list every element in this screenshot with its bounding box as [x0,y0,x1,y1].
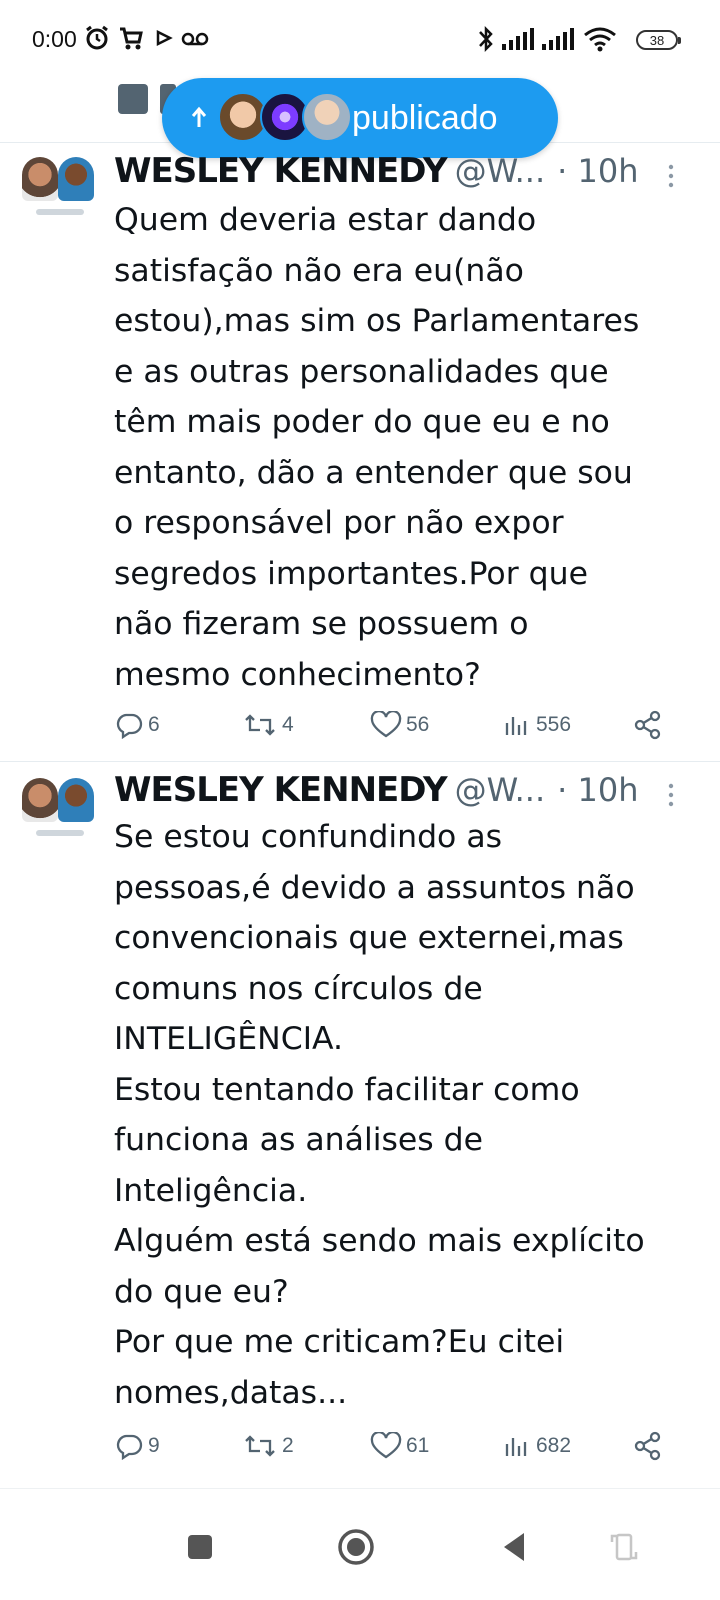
tweet-text-line: funciona as análises de [114,1122,484,1158]
tweet-time[interactable]: · 10h [557,152,638,190]
reply-button[interactable]: 6 [114,707,160,743]
play-icon [154,24,174,56]
reply-button[interactable]: 9 [114,1428,160,1464]
square-icon [188,1535,212,1559]
tweet-text-line: entanto, dão a entender que sou [114,454,633,491]
heart-icon [370,711,402,738]
tweet-text-line: segredos importantes.Por que [114,555,588,592]
status-bar: 0:00 38 [0,0,720,80]
tweet-text-line: têm mais poder do que eu e no [114,404,610,440]
views-chart-icon [505,1438,527,1456]
tweet-time[interactable]: · 10h [557,771,638,809]
more-options-icon[interactable] [664,782,678,808]
published-avatars [218,92,352,144]
reply-icon [116,713,143,739]
wifi-icon [582,24,618,58]
signal-icon [500,24,538,58]
tweet-text-line: INTELIGÊNCIA. [114,1021,344,1057]
cart-icon [118,24,144,56]
tweet-text-line: convencionais que externei,mas [114,920,624,956]
rotate-button[interactable] [602,1525,646,1569]
avatar-photo-right [58,778,94,822]
share-button[interactable] [632,707,668,743]
avatar[interactable] [22,778,94,842]
retweet-count: 2 [282,1434,294,1457]
back-button[interactable] [492,1525,536,1569]
tweet[interactable]: WESLEY KENNEDY @W... · 10h Quem deveria … [0,143,720,761]
retweet-button[interactable]: 2 [242,1428,294,1464]
tweet-text-line: estou),mas sim os Parlamentares [114,303,640,339]
share-button[interactable] [632,1428,668,1464]
back-triangle-icon [504,1533,524,1561]
views-button[interactable]: 682 [502,1428,571,1464]
tweet-text-line: Alguém está sendo mais explícito [114,1223,645,1259]
reply-icon [116,1434,143,1460]
author-handle[interactable]: @W... [455,771,545,809]
avatar-photo-left [22,157,58,201]
tweet-text-line: não fizeram se possuem o [114,606,529,642]
tweet-text-line: Quem deveria estar dando [114,202,537,238]
avatar-caption [36,830,84,836]
published-label: publicado [352,98,498,137]
author-name[interactable]: WESLEY KENNEDY [114,151,448,191]
avatar-photo-right [58,157,94,201]
views-button[interactable]: 556 [502,707,571,743]
tweet-header: WESLEY KENNEDY @W... · 10h [114,770,638,814]
author-handle[interactable]: @W... [455,152,545,190]
tweet-actions: 9 2 61 682 [114,1428,674,1464]
voicemail-icon [180,24,210,56]
arrow-up-icon [188,103,210,133]
tweet-text-line: Estou tentando facilitar como [114,1071,580,1108]
reply-count: 6 [148,713,160,736]
avatar [302,92,352,142]
retweet-button[interactable]: 4 [242,707,294,743]
home-circle-icon [338,1529,374,1565]
reply-count: 9 [148,1434,160,1457]
tweet-text-line: e as outras personalidades que [114,353,609,390]
retweet-icon [245,1435,275,1457]
tweet-text: Se estou confundindo as pessoas,é devido… [114,812,704,1418]
author-name[interactable]: WESLEY KENNEDY [114,770,448,810]
avatar-caption [36,209,84,215]
like-button[interactable]: 56 [370,707,429,743]
tweet-text-line: Por que me criticam?Eu citei [114,1324,565,1360]
tweet-actions: 6 4 56 556 [114,707,674,743]
tweet-text-line: o responsável por não expor [114,505,564,541]
tweet-text-line: Inteligência. [114,1172,308,1209]
avatar-photo-left [22,778,58,822]
signal-icon-2 [540,24,578,58]
like-count: 56 [406,713,430,736]
tweet-text-line: pessoas,é devido a assuntos não [114,869,635,906]
system-nav-bar [0,1488,720,1600]
tweet-header: WESLEY KENNEDY @W... · 10h [114,151,638,195]
tweet-text-line: comuns nos círculos de [114,970,483,1007]
views-count: 682 [536,1434,572,1457]
bluetooth-icon [476,24,496,58]
tweet-text-line: nomes,datas... [114,1374,348,1411]
tweet-text-line: Se estou confundindo as [114,819,503,855]
status-time: 0:00 [32,26,77,52]
alarm-icon [84,24,110,56]
home-button[interactable] [334,1525,378,1569]
battery-indicator: 38 [636,30,681,50]
like-button[interactable]: 61 [370,1428,429,1464]
retweet-icon [245,714,275,736]
share-icon [634,1431,661,1461]
tweet-text-line: do que eu? [114,1273,289,1310]
more-options-icon[interactable] [664,163,678,189]
share-icon [634,710,661,740]
tweet-text: Quem deveria estar dando satisfação não … [114,195,704,700]
external-link-icon[interactable] [118,84,148,114]
like-count: 61 [406,1434,430,1457]
views-chart-icon [505,717,527,735]
heart-icon [370,1432,402,1459]
views-count: 556 [536,713,572,736]
tweet-text-line: satisfação não era eu(não [114,252,524,289]
tweet-text-line: mesmo conhecimento? [114,656,481,693]
rotate-icon [610,1533,638,1561]
recents-button[interactable] [178,1525,222,1569]
retweet-count: 4 [282,713,294,736]
avatar[interactable] [22,157,94,221]
tweet[interactable]: WESLEY KENNEDY @W... · 10h Se estou conf… [0,762,720,1488]
